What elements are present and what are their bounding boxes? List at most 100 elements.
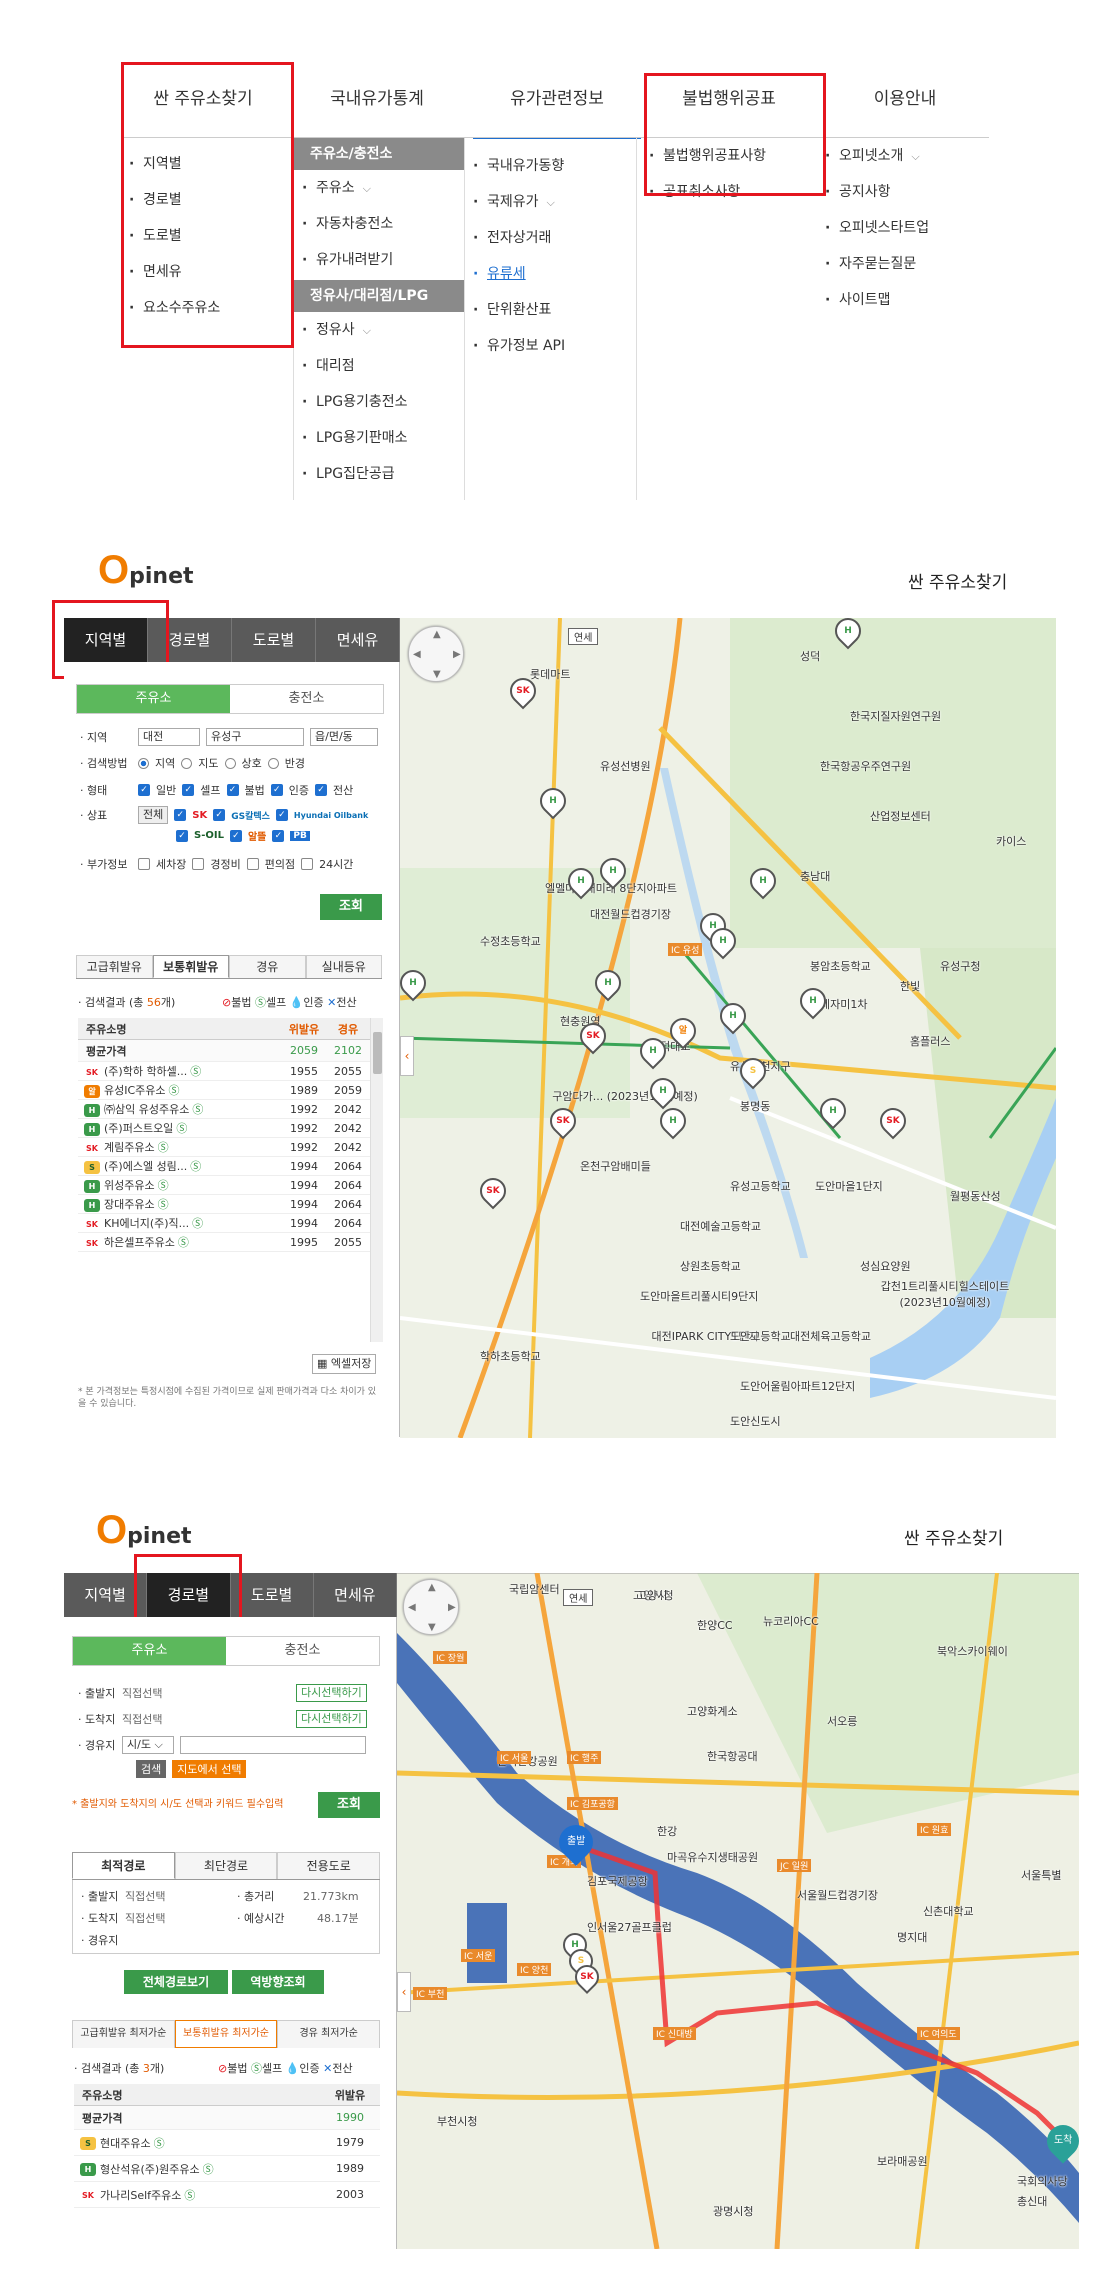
table-row[interactable]: SK 하은셀프주유소 Ⓢ 1995 2055 xyxy=(78,1233,370,1252)
search-button[interactable]: 조회 xyxy=(320,894,382,920)
checkbox-convenience[interactable] xyxy=(246,858,259,870)
reverse-route-button[interactable]: 역방향조회 xyxy=(232,1970,324,1994)
panel-collapse-button[interactable]: ‹ xyxy=(400,1036,414,1076)
tab-regular[interactable]: 보통휘발유 xyxy=(152,955,229,978)
menu-item-agency[interactable]: 대리점 xyxy=(294,348,464,384)
table-row[interactable]: H ㈜삼익 유성주유소 Ⓢ 1992 2042 xyxy=(78,1100,370,1119)
sigungu-select[interactable]: 유성구 xyxy=(206,728,304,746)
menu-item-charging[interactable]: 자동차충전소 xyxy=(294,206,464,242)
opinet-logo[interactable]: Opinet xyxy=(98,548,194,593)
tab-taxfree[interactable]: 면세유 xyxy=(316,618,400,662)
table-row[interactable]: SK (주)학하 학하셀... Ⓢ 1955 2055 xyxy=(78,1062,370,1081)
station-name[interactable]: 현대주유소 xyxy=(100,2137,151,2150)
tab-diesel[interactable]: 경유 xyxy=(229,955,306,978)
map-daejeon[interactable]: ▲ ▼ ◀ ▶ 연세 유성선병원 충남대 대전월드컵경기장 봉명동 유성고등학교 도안마을1단지… xyxy=(400,618,1056,1438)
start-reselect-button[interactable]: 다시선택하기 xyxy=(296,1684,367,1702)
menu-item-lpg-group[interactable]: LPG집단공급 xyxy=(294,456,464,492)
station-name[interactable]: 장대주유소 xyxy=(104,1198,155,1211)
map-chip[interactable]: 연세 xyxy=(563,1589,594,1606)
menu-head-domestic-stats[interactable]: 국내유가통계 xyxy=(293,60,461,138)
menu-item-notice[interactable]: 공지사항 xyxy=(817,174,989,210)
menu-item-fuel-tax[interactable]: 유류세 xyxy=(465,256,636,292)
map-pan-control[interactable]: ▲ ▼ ◀ ▶ xyxy=(408,626,464,682)
map-pick-button[interactable]: 지도에서 선택 xyxy=(172,1760,247,1778)
table-row[interactable]: SK KH에너지(주)직... Ⓢ 1994 2064 xyxy=(78,1214,370,1233)
station-name[interactable]: 위성주유소 xyxy=(104,1179,155,1192)
via-sido-select[interactable]: 시/도 ⌵ xyxy=(122,1736,174,1754)
tab-premium[interactable]: 고급휘발유 xyxy=(76,955,153,978)
radio-name[interactable] xyxy=(224,757,236,769)
table-row[interactable]: S (주)에스엘 성림... Ⓢ 1994 2064 xyxy=(78,1157,370,1176)
station-name[interactable]: KH에너지(주)직... xyxy=(104,1217,189,1230)
checkbox-soil[interactable]: ✓ xyxy=(176,829,188,842)
tab-expressway[interactable]: 전용도로 xyxy=(277,1852,381,1879)
menu-item-station[interactable]: 주유소⌵ xyxy=(294,170,464,206)
tab-premium-lowest[interactable]: 고급휘발유 최저가순 xyxy=(72,2020,175,2048)
station-name[interactable]: 계림주유소 xyxy=(104,1141,155,1154)
tab-optimal-route[interactable]: 최적경로 xyxy=(72,1852,175,1879)
menu-item-unit-conv[interactable]: 단위환산표 xyxy=(465,292,636,328)
checkbox-24h[interactable] xyxy=(301,858,314,870)
menu-head-guide[interactable]: 이용안내 xyxy=(821,60,989,138)
checkbox-general[interactable]: ✓ xyxy=(138,784,150,796)
tab-kerosene[interactable]: 실내등유 xyxy=(305,955,382,978)
table-row[interactable]: S 현대주유소 Ⓢ 1979 xyxy=(74,2130,380,2156)
menu-item-api[interactable]: 유가정보 API xyxy=(465,328,636,364)
table-row[interactable]: 알 유성IC주유소 Ⓢ 1989 2059 xyxy=(78,1081,370,1100)
table-row[interactable]: H (주)퍼스트오일 Ⓢ 1992 2042 xyxy=(78,1119,370,1138)
table-row[interactable]: H 장대주유소 Ⓢ 1994 2064 xyxy=(78,1195,370,1214)
table-row[interactable]: SK 계림주유소 Ⓢ 1992 2042 xyxy=(78,1138,370,1157)
panel-collapse-button[interactable]: ‹ xyxy=(397,1972,411,2012)
brand-all-button[interactable]: 전체 xyxy=(138,806,169,824)
via-keyword-input[interactable] xyxy=(180,1736,366,1754)
excel-save-button[interactable]: ▦ 엑셀저장 xyxy=(312,1354,377,1374)
end-reselect-button[interactable]: 다시선택하기 xyxy=(296,1710,367,1728)
station-name[interactable]: (주)에스엘 성림... xyxy=(104,1160,187,1173)
menu-item-lpg-charge[interactable]: LPG용기충전소 xyxy=(294,384,464,420)
checkbox-certified[interactable]: ✓ xyxy=(270,784,283,796)
checkbox-computerized[interactable]: ✓ xyxy=(315,784,327,796)
menu-item-lpg-sale[interactable]: LPG용기판매소 xyxy=(294,420,464,456)
dong-select[interactable]: 읍/면/동 xyxy=(310,728,378,746)
menu-head-price-info[interactable]: 유가관련정보 xyxy=(473,60,641,139)
via-search-button[interactable]: 검색 xyxy=(136,1760,167,1778)
tab-taxfree[interactable]: 면세유 xyxy=(313,1573,397,1617)
menu-item-about[interactable]: 오피넷소개⌵ xyxy=(817,138,989,174)
tab-shortest-route[interactable]: 최단경로 xyxy=(174,1852,278,1879)
menu-item-faq[interactable]: 자주묻는질문 xyxy=(817,246,989,282)
station-name[interactable]: 형산석유(주)원주유소 xyxy=(100,2163,200,2176)
full-route-button[interactable]: 전체경로보기 xyxy=(124,1970,228,1994)
checkbox-hyundai[interactable]: ✓ xyxy=(275,809,288,821)
station-name[interactable]: (주)퍼스트오일 xyxy=(104,1122,173,1135)
menu-item-domestic-trend[interactable]: 국내유가동향 xyxy=(465,148,636,184)
menu-item-sitemap[interactable]: 사이트맵 xyxy=(817,282,989,318)
tab-road[interactable]: 도로별 xyxy=(230,1573,314,1617)
checkbox-gs[interactable]: ✓ xyxy=(213,809,226,821)
table-scrollbar[interactable] xyxy=(370,1018,383,1342)
checkbox-self[interactable]: ✓ xyxy=(182,784,195,796)
station-name[interactable]: ㈜삼익 유성주유소 xyxy=(104,1103,189,1116)
radio-radius[interactable] xyxy=(267,757,279,769)
checkbox-illegal[interactable]: ✓ xyxy=(226,784,239,796)
subtab-charging[interactable]: 충전소 xyxy=(230,685,383,713)
menu-item-download[interactable]: 유가내려받기 xyxy=(294,242,464,278)
radio-map[interactable] xyxy=(181,757,193,769)
subtab-gas-station[interactable]: 주유소 xyxy=(73,1637,226,1665)
sido-select[interactable]: 대전 xyxy=(138,728,200,746)
menu-item-startup[interactable]: 오피넷스타트업 xyxy=(817,210,989,246)
tab-regular-lowest[interactable]: 보통휘발유 최저가순 xyxy=(174,2020,278,2048)
station-name[interactable]: 가나리Self주유소 xyxy=(100,2189,181,2202)
checkbox-sk[interactable]: ✓ xyxy=(174,809,187,821)
map-seoul[interactable]: ▲ ▼ ◀ ▶ 연세 고양시청 국립암센터 고양화계소 한국항공대 서오릉 한양CC 뉴코리아CC… xyxy=(397,1573,1079,2249)
checkbox-carwash[interactable] xyxy=(138,858,150,870)
table-row[interactable]: H 위성주유소 Ⓢ 1994 2064 xyxy=(78,1176,370,1195)
checkbox-repair[interactable] xyxy=(192,858,205,870)
station-name[interactable]: (주)학하 학하셀... xyxy=(104,1065,187,1078)
checkbox-altteul[interactable]: ✓ xyxy=(229,829,242,842)
table-row[interactable]: SK 가나리Self주유소 Ⓢ 2003 xyxy=(74,2182,380,2208)
map-pan-control[interactable]: ▲ ▼ ◀ ▶ xyxy=(403,1579,459,1635)
subtab-gas-station[interactable]: 주유소 xyxy=(77,685,230,713)
tab-diesel-lowest[interactable]: 경유 최저가순 xyxy=(277,2020,381,2048)
tab-road[interactable]: 도로별 xyxy=(232,618,316,662)
checkbox-pb[interactable]: ✓ xyxy=(272,829,285,842)
